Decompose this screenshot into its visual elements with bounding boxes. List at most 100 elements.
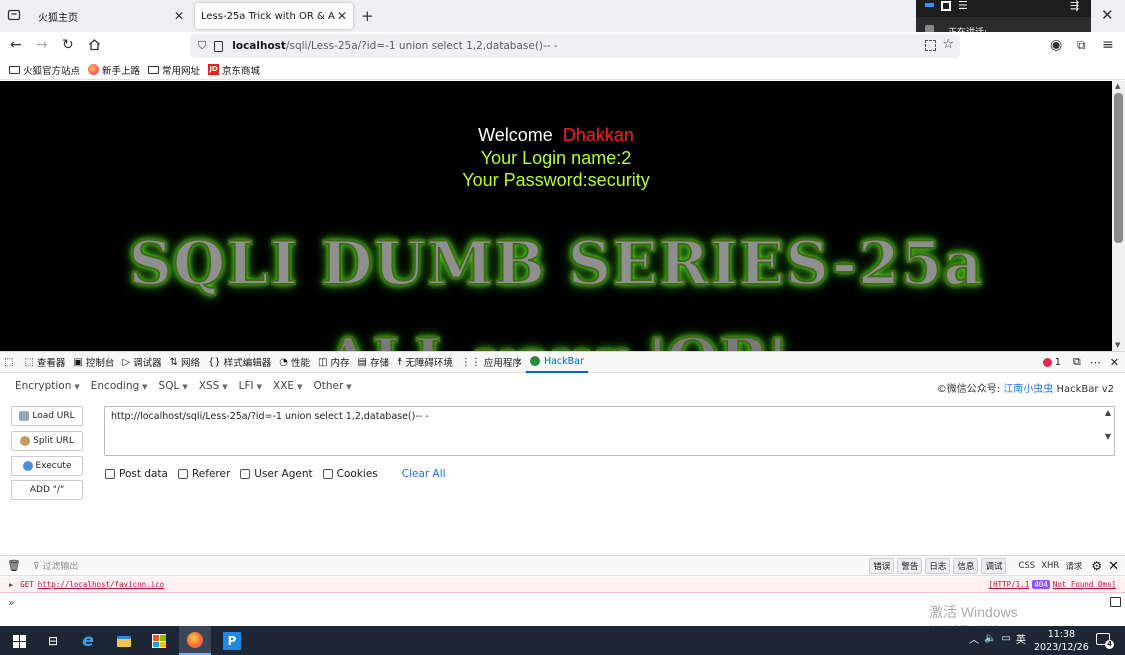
tab-accessibility[interactable]: ☨ 无障碍环境 [393, 352, 457, 373]
tab-storage[interactable]: ▤ 存储 [353, 352, 392, 373]
menu-xxe[interactable]: XXE ▼ [273, 380, 302, 392]
ime-indicator[interactable]: 英 [1016, 631, 1026, 646]
close-devtools-icon[interactable]: ✕ [1110, 356, 1119, 369]
tab-hackbar[interactable]: HackBar [525, 352, 588, 373]
bookmark-item[interactable]: 新手上路 [88, 63, 140, 77]
menu-other[interactable]: Other ▼ [313, 380, 351, 392]
clear-all-link[interactable]: Clear All [402, 468, 446, 480]
checkbox-box[interactable] [105, 469, 115, 479]
filter-logs[interactable]: 日志 [925, 558, 951, 574]
add-slash-button[interactable]: ADD "/" [11, 480, 83, 500]
pick-element-icon[interactable]: ⬚ [0, 352, 20, 373]
filter-errors[interactable]: 错误 [869, 558, 895, 574]
tray-expand-icon[interactable]: ︿ [969, 631, 979, 646]
menu-icon[interactable]: ☰ [958, 0, 968, 11]
forward-icon[interactable]: → [36, 38, 48, 52]
bookmark-item[interactable]: JD 京东商城 [208, 63, 260, 77]
bookmark-item[interactable]: 火狐官方站点 [9, 63, 80, 77]
dock-icon[interactable]: ⧉ [1073, 355, 1081, 369]
new-tab-icon[interactable]: + [361, 7, 374, 25]
tab-less-25a[interactable]: Less-25a Trick with OR & AND Bl ✕ [195, 3, 353, 29]
account-icon[interactable]: ◉ [1050, 38, 1062, 52]
bookmark-item[interactable]: 常用网址 [148, 63, 200, 77]
close-icon[interactable]: ✕ [172, 9, 186, 23]
checkbox-box[interactable] [177, 469, 188, 479]
hamburger-menu-icon[interactable]: ≡ [1102, 38, 1114, 52]
filter-requests[interactable]: 请求 [1065, 560, 1082, 572]
url-bar[interactable]: ⛉ localhost /sqli/Less-25a/?id=-1 union … [190, 34, 960, 58]
tab-firefox-home[interactable]: 火狐主页 ✕ [30, 3, 190, 29]
page-scrollbar[interactable]: ▲ ▼ [1112, 81, 1125, 351]
back-icon[interactable]: ← [10, 38, 22, 52]
split-console-icon[interactable] [1110, 597, 1121, 607]
minimize-icon[interactable] [925, 3, 934, 7]
task-view-icon[interactable]: ⊟ [42, 630, 64, 652]
filter-css[interactable]: CSS [1018, 561, 1035, 571]
bookmark-star-icon[interactable]: ☆ [942, 37, 954, 52]
user-agent-checkbox[interactable]: User Agent [240, 468, 313, 480]
split-url-button[interactable]: Split URL [11, 431, 83, 451]
home-icon[interactable] [88, 38, 101, 51]
notification-center-icon[interactable]: 4 [1096, 633, 1114, 649]
edge-icon[interactable]: e [77, 630, 99, 652]
shield-icon[interactable]: ⛉ [198, 39, 206, 53]
keyboard-icon[interactable]: ▭ [1001, 633, 1010, 644]
filter-warnings[interactable]: 警告 [897, 558, 923, 574]
scroll-thumb[interactable] [1114, 93, 1123, 243]
tab-console[interactable]: ▣ 控制台 [69, 352, 118, 373]
brand-link[interactable]: 江南小虫虫 [1003, 384, 1053, 395]
menu-lfi[interactable]: LFI ▼ [239, 380, 262, 392]
post-data-checkbox[interactable]: Post data [105, 468, 168, 480]
log-url[interactable]: http://localhost/favicon.ico [38, 580, 164, 589]
close-window-icon[interactable]: ✕ [1101, 6, 1114, 24]
extensions-icon[interactable]: ⧉ [1077, 38, 1086, 52]
checkbox-box[interactable] [240, 469, 251, 479]
tab-application[interactable]: ⋮⋮ 应用程序 [457, 352, 526, 373]
close-icon[interactable]: ✕ [335, 9, 349, 23]
console-prompt-icon[interactable]: » [8, 596, 15, 609]
start-button[interactable] [8, 630, 30, 652]
scroll-up-icon[interactable]: ▲ [1105, 408, 1111, 417]
tab-memory[interactable]: ◫ 内存 [314, 352, 353, 373]
volume-icon[interactable]: 🔈 [984, 633, 996, 644]
console-log-row[interactable]: ▶ GET http://localhost/favicon.ico [HTTP… [0, 577, 1125, 593]
filter-info[interactable]: 信息 [953, 558, 979, 574]
tab-inspector[interactable]: ⬚ 查看器 [20, 352, 69, 373]
filter-input[interactable]: ⊽ 过滤输出 [33, 559, 78, 572]
menu-xss[interactable]: XSS ▼ [199, 380, 228, 392]
hackbar-url-textarea[interactable]: http://localhost/sqli/Less-25a/?id=-1 un… [104, 406, 1115, 456]
menu-encryption[interactable]: Encryption ▼ [15, 380, 80, 392]
checkbox-box[interactable] [322, 469, 333, 479]
cookies-checkbox[interactable]: Cookies [322, 468, 378, 480]
firefox-taskbar-icon[interactable] [179, 626, 211, 655]
menu-encoding[interactable]: Encoding ▼ [91, 380, 148, 392]
load-url-button[interactable]: Load URL [11, 406, 83, 426]
file-explorer-icon[interactable] [113, 630, 135, 652]
tab-performance[interactable]: ◔ 性能 [275, 352, 314, 373]
tab-debugger[interactable]: ▷ 调试器 [118, 352, 165, 373]
reload-icon[interactable]: ↻ [62, 38, 74, 52]
error-count-badge[interactable]: 1 [1042, 357, 1061, 368]
filter-xhr[interactable]: XHR [1041, 561, 1059, 571]
tab-style-editor[interactable]: {} 样式编辑器 [204, 352, 275, 373]
trash-icon[interactable]: 🗑 [7, 559, 21, 572]
referer-checkbox[interactable]: Referer [177, 468, 230, 480]
clock[interactable]: 11:38 2023/12/26 [1034, 628, 1089, 654]
expand-triangle-icon[interactable]: ▶ [9, 581, 13, 589]
tab-network[interactable]: ⇅ 网络 [166, 352, 204, 373]
store-icon[interactable] [148, 630, 170, 652]
scroll-down-icon[interactable]: ▼ [1115, 341, 1120, 349]
filter-debug[interactable]: 调试 [981, 558, 1007, 574]
expand-icon[interactable]: ⇶ [1070, 0, 1079, 11]
more-options-icon[interactable]: ⋯ [1090, 356, 1101, 369]
scroll-down-icon[interactable]: ▼ [1105, 432, 1111, 441]
app-p-icon[interactable]: P [221, 630, 243, 652]
gear-icon[interactable]: ⚙ [1091, 559, 1102, 573]
window-icon[interactable] [941, 1, 951, 11]
menu-sql[interactable]: SQL ▼ [159, 380, 188, 392]
close-icon[interactable]: ✕ [1108, 559, 1119, 574]
qr-code-icon[interactable] [925, 40, 936, 51]
scroll-up-icon[interactable]: ▲ [1115, 82, 1120, 90]
execute-button[interactable]: Execute [11, 456, 83, 476]
tab-list-icon[interactable] [7, 8, 21, 22]
